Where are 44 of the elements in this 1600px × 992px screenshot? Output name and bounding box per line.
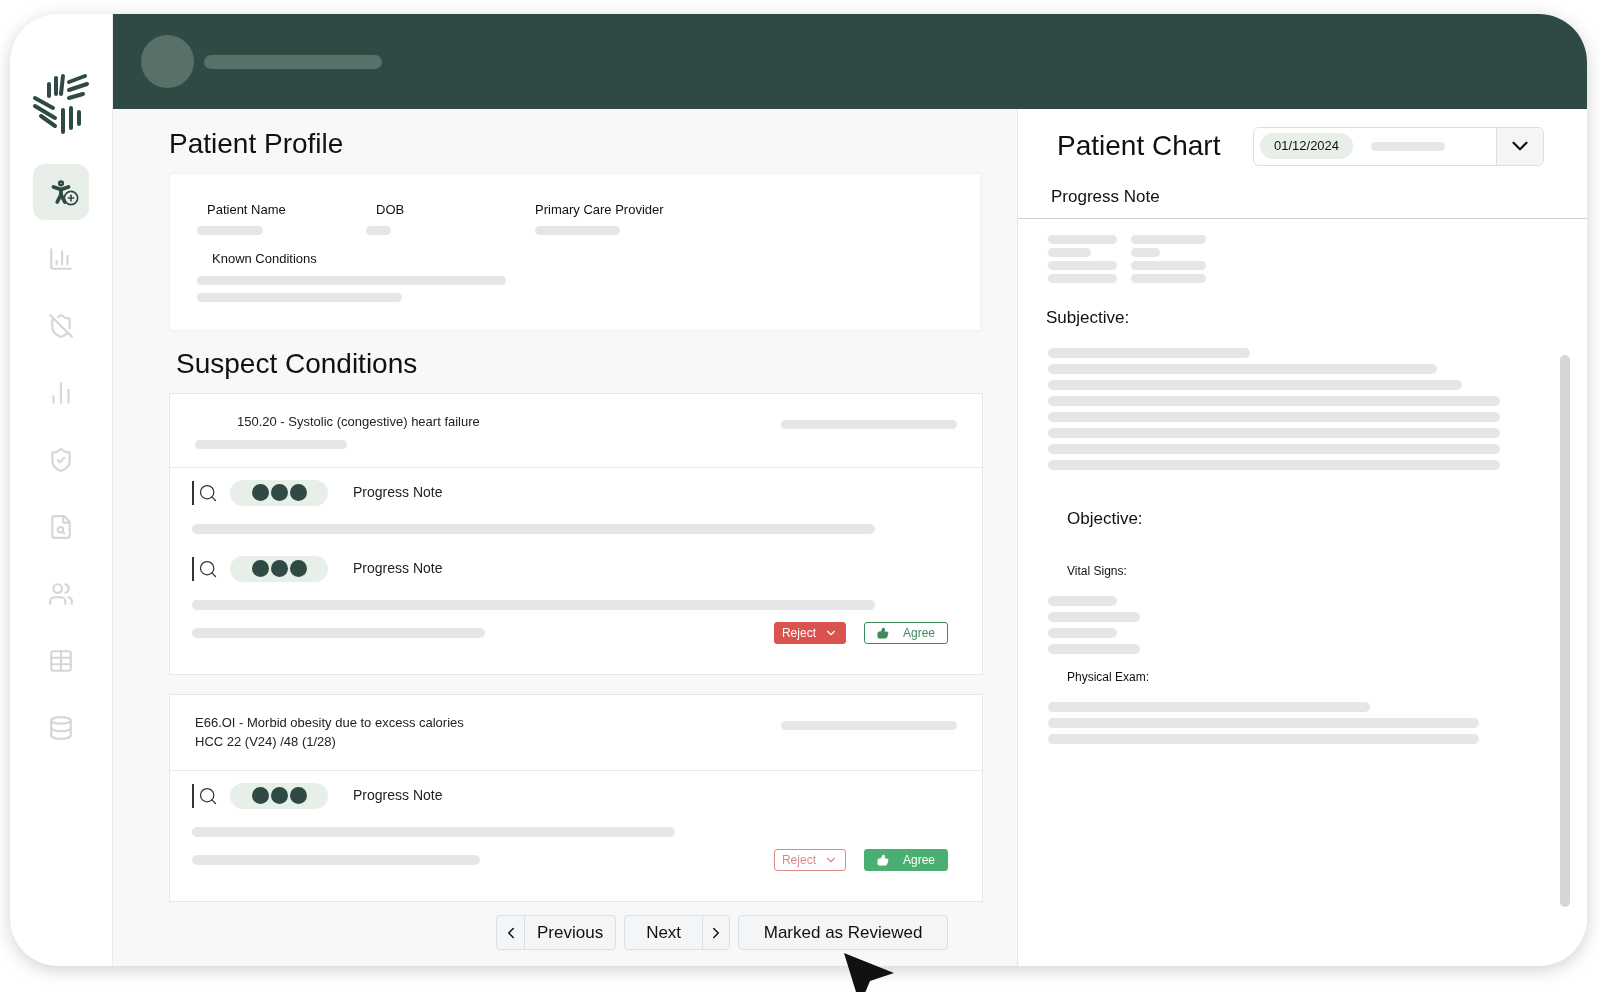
- previous-button[interactable]: Previous: [525, 916, 616, 949]
- date-chip: 01/12/2024: [1260, 133, 1354, 159]
- section-label: Vital Signs:: [1067, 562, 1128, 580]
- evidence-label: Progress Note: [353, 483, 443, 502]
- section-label: Subjective:: [1046, 306, 1131, 329]
- field-label: Primary Care Provider: [535, 201, 664, 219]
- search-icon[interactable]: [192, 556, 218, 581]
- panel-title: Patient Chart: [1057, 129, 1222, 163]
- thumbs-up-icon: [876, 853, 889, 866]
- next-button[interactable]: Next: [625, 916, 704, 949]
- condition-title: E66.OI - Morbid obesity due to excess calories: [195, 713, 464, 732]
- section-title: Suspect Conditions: [176, 347, 419, 381]
- field-label: Patient Name: [207, 201, 287, 219]
- agree-button[interactable]: Agree: [863, 621, 948, 644]
- condition-subtitle: HCC 22 (V24) /48 (1/28): [195, 733, 337, 751]
- tab-label[interactable]: Progress Note: [1051, 187, 1160, 206]
- section-label: Objective:: [1067, 508, 1144, 530]
- add-patient-icon[interactable]: [33, 164, 89, 220]
- placeholder-bar: [1048, 273, 1117, 283]
- placeholder-bar: [1048, 247, 1091, 257]
- avatar-placeholder: [141, 35, 194, 88]
- section-label: Physical Exam:: [1067, 668, 1151, 686]
- placeholder-bar: [1048, 595, 1117, 606]
- condition-title: 150.20 - Systolic (congestive) heart failure: [237, 413, 480, 431]
- reject-button[interactable]: Reject: [773, 621, 846, 644]
- evidence-label: Progress Note: [353, 559, 443, 578]
- date-dropdown[interactable]: 01/12/2024: [1253, 126, 1544, 166]
- placeholder-bar: [366, 225, 391, 235]
- evidence-label: Progress Note: [353, 786, 443, 805]
- search-icon[interactable]: [192, 480, 218, 505]
- search-icon[interactable]: [192, 783, 218, 808]
- placeholder-bar: [1048, 234, 1117, 244]
- field-label: Known Conditions: [212, 249, 318, 268]
- placeholder-bar: [1131, 247, 1160, 257]
- scrollbar[interactable]: [1560, 355, 1570, 907]
- logo-icon: [31, 72, 91, 136]
- section-title: Patient Profile: [169, 127, 345, 161]
- chevron-down-icon[interactable]: [1496, 127, 1543, 165]
- placeholder-bar: [1048, 260, 1117, 270]
- mark-reviewed-button[interactable]: Marked as Reviewed: [738, 915, 949, 950]
- placeholder-bar: [1048, 627, 1117, 638]
- field-label: DOB: [376, 201, 406, 219]
- placeholder-bar: [197, 225, 263, 235]
- thumbs-up-icon: [876, 626, 889, 639]
